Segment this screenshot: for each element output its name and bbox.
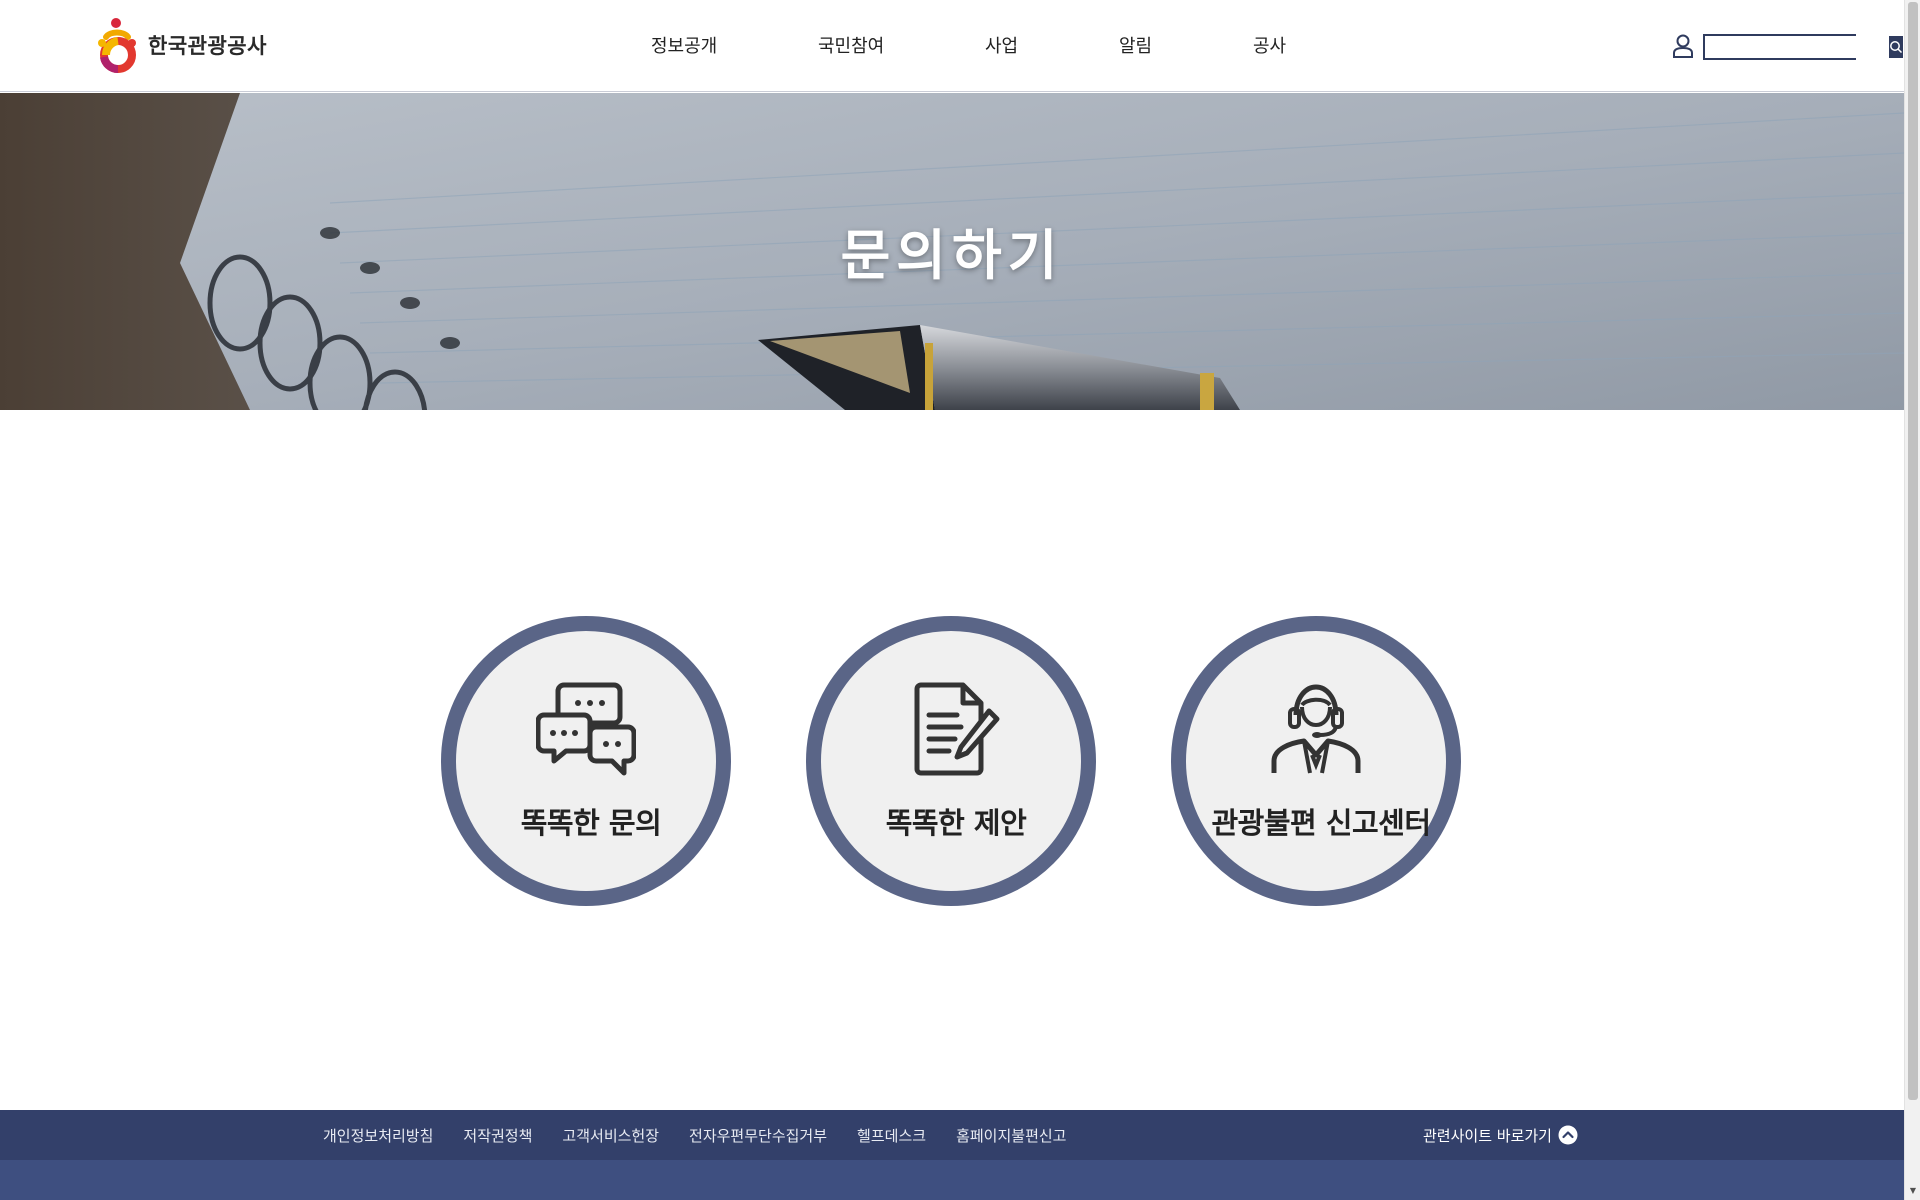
- nav-item-notice[interactable]: 알림: [1119, 32, 1152, 58]
- card-label: 관광불편 신고센터: [1211, 806, 1431, 840]
- footer-link-site-complaint[interactable]: 홈페이지불편신고: [956, 1125, 1066, 1146]
- nav-item-corporation[interactable]: 공사: [1253, 32, 1286, 58]
- related-sites-button[interactable]: 관련사이트 바로가기: [1423, 1110, 1578, 1160]
- card-label: 똑똑한 문의: [520, 806, 662, 840]
- footer-link-email-collection-refusal[interactable]: 전자우편무단수집거부: [689, 1125, 827, 1146]
- footer-links: 개인정보처리방침 저작권정책 고객서비스헌장 전자우편무단수집거부 헬프데스크 …: [323, 1110, 1096, 1160]
- headset-agent-icon: [1271, 684, 1361, 774]
- footer-link-helpdesk[interactable]: 헬프데스크: [857, 1125, 926, 1146]
- document-pen-icon: [914, 682, 1000, 776]
- smart-suggestion-card[interactable]: 똑똑한 제안: [806, 616, 1096, 906]
- site-header: 한국관광공사 정보공개 국민참여 사업 알림 공사: [0, 0, 1904, 92]
- search-box: [1703, 34, 1903, 60]
- search-input[interactable]: [1705, 36, 1889, 58]
- footer-link-privacy-policy[interactable]: 개인정보처리방침: [323, 1125, 433, 1146]
- main-nav: 정보공개 국민참여 사업 알림 공사: [0, 0, 1904, 92]
- hero-banner: 문의하기: [0, 93, 1904, 410]
- footer-link-customer-charter[interactable]: 고객서비스헌장: [562, 1125, 659, 1146]
- search-icon: [1890, 41, 1903, 54]
- tourism-complaint-center-card[interactable]: 관광불편 신고센터: [1171, 616, 1461, 906]
- vertical-scrollbar[interactable]: ▼: [1904, 0, 1920, 1200]
- nav-item-business[interactable]: 사업: [985, 32, 1018, 58]
- footer-bottom: [0, 1160, 1904, 1200]
- chat-bubbles-icon: [536, 682, 636, 776]
- related-sites-label: 관련사이트 바로가기: [1423, 1126, 1552, 1145]
- page: 한국관광공사 정보공개 국민참여 사업 알림 공사 문의하기 똑똑한 문의 똑똑…: [0, 0, 1904, 1200]
- scroll-down-arrow-icon[interactable]: ▼: [1908, 1186, 1918, 1196]
- chevron-up-icon: [1558, 1125, 1578, 1145]
- nav-item-info-disclosure[interactable]: 정보공개: [651, 32, 717, 58]
- smart-inquiry-card[interactable]: 똑똑한 문의: [441, 616, 731, 906]
- footer-link-copyright-policy[interactable]: 저작권정책: [463, 1125, 532, 1146]
- footer-bar: 개인정보처리방침 저작권정책 고객서비스헌장 전자우편무단수집거부 헬프데스크 …: [0, 1110, 1904, 1160]
- user-icon[interactable]: [1672, 34, 1694, 58]
- page-title: 문의하기: [840, 224, 1064, 287]
- scrollbar-thumb[interactable]: [1908, 2, 1918, 1100]
- card-label: 똑똑한 제안: [885, 806, 1027, 840]
- search-button[interactable]: [1889, 36, 1903, 58]
- nav-item-public-participation[interactable]: 국민참여: [818, 32, 884, 58]
